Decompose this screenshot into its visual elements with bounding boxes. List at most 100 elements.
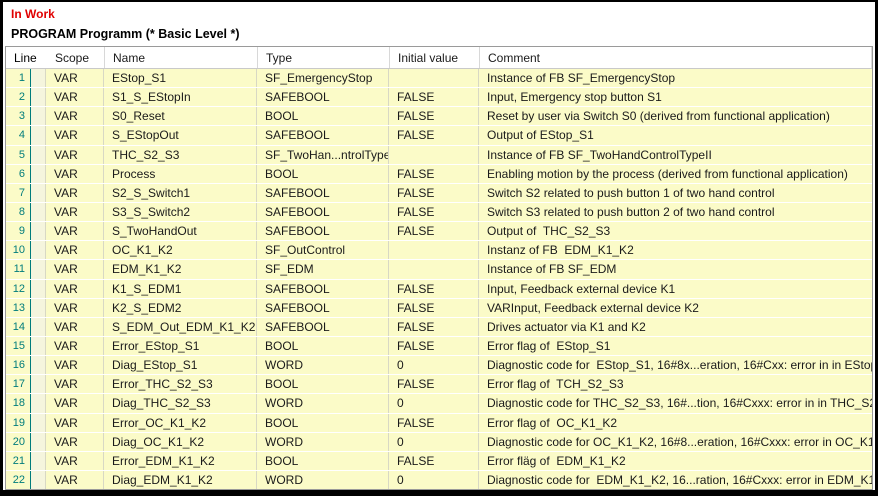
cell-type[interactable]: WORD [257, 394, 389, 412]
cell-scope[interactable]: VAR [46, 69, 104, 87]
cell-type[interactable]: WORD [257, 433, 389, 451]
cell-comment[interactable]: Error flag of TCH_S2_S3 [479, 375, 872, 393]
cell-initial-value[interactable]: FALSE [389, 414, 479, 432]
line-number[interactable]: 8 [6, 203, 31, 221]
cell-name[interactable]: S_TwoHandOut [104, 222, 257, 240]
cell-name[interactable]: Error_EDM_K1_K2 [104, 452, 257, 470]
cell-scope[interactable]: VAR [46, 375, 104, 393]
cell-initial-value[interactable]: FALSE [389, 222, 479, 240]
cell-scope[interactable]: VAR [46, 165, 104, 183]
cell-name[interactable]: Diag_THC_S2_S3 [104, 394, 257, 412]
cell-name[interactable]: K1_S_EDM1 [104, 280, 257, 298]
cell-initial-value[interactable]: FALSE [389, 184, 479, 202]
line-number[interactable]: 1 [6, 69, 31, 87]
line-number[interactable]: 10 [6, 241, 31, 259]
line-number[interactable]: 16 [6, 356, 31, 374]
cell-type[interactable]: BOOL [257, 414, 389, 432]
cell-scope[interactable]: VAR [46, 356, 104, 374]
cell-name[interactable]: Diag_EStop_S1 [104, 356, 257, 374]
cell-scope[interactable]: VAR [46, 107, 104, 125]
line-number[interactable]: 12 [6, 280, 31, 298]
line-number[interactable]: 13 [6, 299, 31, 317]
cell-type[interactable]: BOOL [257, 452, 389, 470]
cell-type[interactable]: WORD [257, 471, 389, 489]
cell-comment[interactable]: Instance of FB SF_EmergencyStop [479, 69, 872, 87]
line-number[interactable]: 9 [6, 222, 31, 240]
cell-name[interactable]: S0_Reset [104, 107, 257, 125]
cell-comment[interactable]: Enabling motion by the process (derived … [479, 165, 872, 183]
cell-type[interactable]: SAFEBOOL [257, 222, 389, 240]
cell-type[interactable]: BOOL [257, 375, 389, 393]
cell-initial-value[interactable] [389, 260, 479, 278]
cell-type[interactable]: SF_EmergencyStop [257, 69, 389, 87]
column-header-comment[interactable]: Comment [480, 47, 872, 68]
cell-comment[interactable]: VARInput, Feedback external device K2 [479, 299, 872, 317]
cell-comment[interactable]: Input, Feedback external device K1 [479, 280, 872, 298]
cell-initial-value[interactable]: FALSE [389, 126, 479, 144]
cell-comment[interactable]: Instanz of FB EDM_K1_K2 [479, 241, 872, 259]
cell-initial-value[interactable] [389, 69, 479, 87]
cell-name[interactable]: Diag_EDM_K1_K2 [104, 471, 257, 489]
cell-initial-value[interactable]: FALSE [389, 165, 479, 183]
cell-name[interactable]: OC_K1_K2 [104, 241, 257, 259]
cell-type[interactable]: SAFEBOOL [257, 318, 389, 336]
cell-name[interactable]: THC_S2_S3 [104, 146, 257, 164]
cell-name[interactable]: S_EDM_Out_EDM_K1_K2 [104, 318, 257, 336]
cell-name[interactable]: S_EStopOut [104, 126, 257, 144]
cell-comment[interactable]: Instance of FB SF_TwoHandControlTypeII [479, 146, 872, 164]
cell-initial-value[interactable]: FALSE [389, 318, 479, 336]
cell-comment[interactable]: Output of THC_S2_S3 [479, 222, 872, 240]
cell-scope[interactable]: VAR [46, 203, 104, 221]
cell-scope[interactable]: VAR [46, 433, 104, 451]
line-number[interactable]: 7 [6, 184, 31, 202]
cell-comment[interactable]: Reset by user via Switch S0 (derived fro… [479, 107, 872, 125]
cell-type[interactable]: BOOL [257, 107, 389, 125]
cell-type[interactable]: SAFEBOOL [257, 203, 389, 221]
line-number[interactable]: 19 [6, 414, 31, 432]
cell-scope[interactable]: VAR [46, 146, 104, 164]
column-header-initial-value[interactable]: Initial value [390, 47, 480, 68]
cell-scope[interactable]: VAR [46, 241, 104, 259]
cell-initial-value[interactable]: 0 [389, 433, 479, 451]
cell-comment[interactable]: Diagnostic code for THC_S2_S3, 16#...tio… [479, 394, 872, 412]
cell-scope[interactable]: VAR [46, 126, 104, 144]
cell-scope[interactable]: VAR [46, 318, 104, 336]
cell-initial-value[interactable] [389, 241, 479, 259]
line-number[interactable]: 2 [6, 88, 31, 106]
cell-name[interactable]: EDM_K1_K2 [104, 260, 257, 278]
line-number[interactable]: 18 [6, 394, 31, 412]
cell-comment[interactable]: Error flag of OC_K1_K2 [479, 414, 872, 432]
cell-comment[interactable]: Switch S2 related to push button 1 of tw… [479, 184, 872, 202]
line-number[interactable]: 17 [6, 375, 31, 393]
cell-scope[interactable]: VAR [46, 88, 104, 106]
cell-name[interactable]: Diag_OC_K1_K2 [104, 433, 257, 451]
cell-initial-value[interactable]: FALSE [389, 88, 479, 106]
line-number[interactable]: 22 [6, 471, 31, 489]
cell-comment[interactable]: Input, Emergency stop button S1 [479, 88, 872, 106]
cell-initial-value[interactable]: FALSE [389, 337, 479, 355]
cell-scope[interactable]: VAR [46, 337, 104, 355]
cell-name[interactable]: Error_OC_K1_K2 [104, 414, 257, 432]
cell-initial-value[interactable]: 0 [389, 471, 479, 489]
cell-name[interactable]: K2_S_EDM2 [104, 299, 257, 317]
cell-type[interactable]: SAFEBOOL [257, 88, 389, 106]
cell-comment[interactable]: Output of EStop_S1 [479, 126, 872, 144]
cell-initial-value[interactable]: 0 [389, 394, 479, 412]
column-header-name[interactable]: Name [105, 47, 258, 68]
cell-scope[interactable]: VAR [46, 260, 104, 278]
cell-scope[interactable]: VAR [46, 184, 104, 202]
cell-type[interactable]: SAFEBOOL [257, 299, 389, 317]
cell-scope[interactable]: VAR [46, 452, 104, 470]
cell-comment[interactable]: Diagnostic code for OC_K1_K2, 16#8...era… [479, 433, 872, 451]
cell-comment[interactable]: Diagnostic code for EDM_K1_K2, 16...rati… [479, 471, 872, 489]
line-number[interactable]: 11 [6, 260, 31, 278]
cell-comment[interactable]: Instance of FB SF_EDM [479, 260, 872, 278]
cell-type[interactable]: SAFEBOOL [257, 126, 389, 144]
cell-type[interactable]: SAFEBOOL [257, 184, 389, 202]
cell-name[interactable]: Error_THC_S2_S3 [104, 375, 257, 393]
cell-comment[interactable]: Error fläg of EDM_K1_K2 [479, 452, 872, 470]
cell-initial-value[interactable]: FALSE [389, 280, 479, 298]
line-number[interactable]: 14 [6, 318, 31, 336]
cell-type[interactable]: SAFEBOOL [257, 280, 389, 298]
cell-type[interactable]: BOOL [257, 337, 389, 355]
